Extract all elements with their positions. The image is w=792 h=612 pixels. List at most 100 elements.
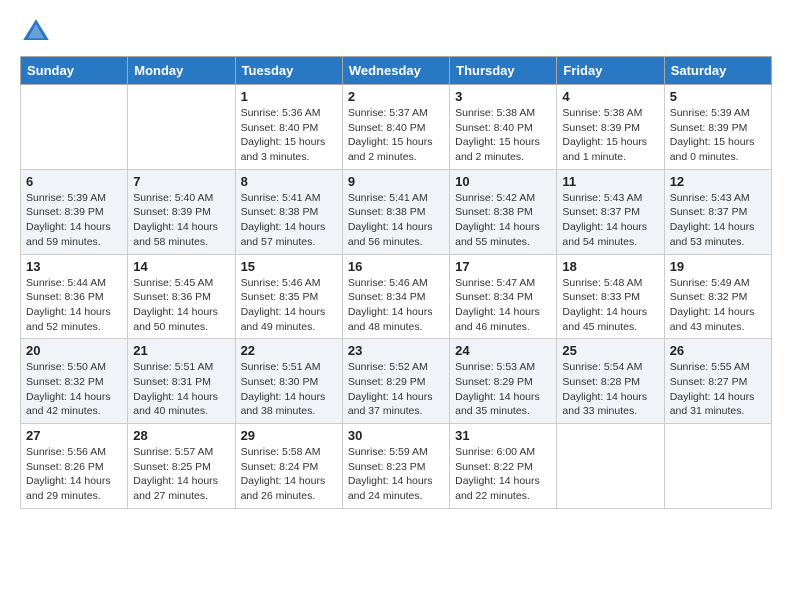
sunrise-text: Sunrise: 5:46 AM (348, 277, 428, 289)
day-number: 29 (241, 428, 337, 443)
day-number: 11 (562, 174, 658, 189)
weekday-header-wednesday: Wednesday (342, 57, 449, 85)
day-info: Sunrise: 5:53 AM Sunset: 8:29 PM Dayligh… (455, 360, 551, 419)
calendar-header-row: SundayMondayTuesdayWednesdayThursdayFrid… (21, 57, 772, 85)
day-info: Sunrise: 5:46 AM Sunset: 8:35 PM Dayligh… (241, 276, 337, 335)
sunset-text: Sunset: 8:40 PM (241, 122, 319, 134)
sunset-text: Sunset: 8:40 PM (455, 122, 533, 134)
sunset-text: Sunset: 8:33 PM (562, 291, 640, 303)
daylight-text: Daylight: 14 hours and 42 minutes. (26, 391, 111, 418)
sunset-text: Sunset: 8:36 PM (133, 291, 211, 303)
sunset-text: Sunset: 8:34 PM (348, 291, 426, 303)
sunrise-text: Sunrise: 5:44 AM (26, 277, 106, 289)
sunset-text: Sunset: 8:26 PM (26, 461, 104, 473)
day-info: Sunrise: 5:38 AM Sunset: 8:40 PM Dayligh… (455, 106, 551, 165)
calendar-cell (128, 85, 235, 170)
day-info: Sunrise: 5:48 AM Sunset: 8:33 PM Dayligh… (562, 276, 658, 335)
day-number: 26 (670, 343, 766, 358)
day-number: 10 (455, 174, 551, 189)
sunset-text: Sunset: 8:36 PM (26, 291, 104, 303)
calendar-cell: 10 Sunrise: 5:42 AM Sunset: 8:38 PM Dayl… (450, 169, 557, 254)
sunset-text: Sunset: 8:22 PM (455, 461, 533, 473)
calendar-cell: 5 Sunrise: 5:39 AM Sunset: 8:39 PM Dayli… (664, 85, 771, 170)
day-number: 25 (562, 343, 658, 358)
daylight-text: Daylight: 15 hours and 3 minutes. (241, 136, 326, 163)
sunset-text: Sunset: 8:38 PM (241, 206, 319, 218)
day-number: 27 (26, 428, 122, 443)
daylight-text: Daylight: 14 hours and 33 minutes. (562, 391, 647, 418)
sunrise-text: Sunrise: 5:38 AM (455, 107, 535, 119)
calendar-cell: 23 Sunrise: 5:52 AM Sunset: 8:29 PM Dayl… (342, 339, 449, 424)
calendar-cell: 26 Sunrise: 5:55 AM Sunset: 8:27 PM Dayl… (664, 339, 771, 424)
sunset-text: Sunset: 8:25 PM (133, 461, 211, 473)
logo (20, 16, 56, 48)
logo-icon (20, 16, 52, 48)
calendar-cell: 17 Sunrise: 5:47 AM Sunset: 8:34 PM Dayl… (450, 254, 557, 339)
sunset-text: Sunset: 8:39 PM (133, 206, 211, 218)
calendar-week-row: 27 Sunrise: 5:56 AM Sunset: 8:26 PM Dayl… (21, 424, 772, 509)
calendar-cell: 25 Sunrise: 5:54 AM Sunset: 8:28 PM Dayl… (557, 339, 664, 424)
daylight-text: Daylight: 14 hours and 56 minutes. (348, 221, 433, 248)
weekday-header-thursday: Thursday (450, 57, 557, 85)
daylight-text: Daylight: 14 hours and 52 minutes. (26, 306, 111, 333)
sunrise-text: Sunrise: 5:55 AM (670, 361, 750, 373)
day-info: Sunrise: 5:51 AM Sunset: 8:30 PM Dayligh… (241, 360, 337, 419)
weekday-header-friday: Friday (557, 57, 664, 85)
day-info: Sunrise: 5:36 AM Sunset: 8:40 PM Dayligh… (241, 106, 337, 165)
sunset-text: Sunset: 8:39 PM (26, 206, 104, 218)
daylight-text: Daylight: 14 hours and 55 minutes. (455, 221, 540, 248)
daylight-text: Daylight: 14 hours and 58 minutes. (133, 221, 218, 248)
sunrise-text: Sunrise: 6:00 AM (455, 446, 535, 458)
day-info: Sunrise: 5:38 AM Sunset: 8:39 PM Dayligh… (562, 106, 658, 165)
day-number: 20 (26, 343, 122, 358)
calendar-cell: 3 Sunrise: 5:38 AM Sunset: 8:40 PM Dayli… (450, 85, 557, 170)
calendar-cell (664, 424, 771, 509)
daylight-text: Daylight: 14 hours and 49 minutes. (241, 306, 326, 333)
day-number: 1 (241, 89, 337, 104)
calendar-cell: 19 Sunrise: 5:49 AM Sunset: 8:32 PM Dayl… (664, 254, 771, 339)
sunset-text: Sunset: 8:29 PM (348, 376, 426, 388)
day-number: 14 (133, 259, 229, 274)
day-number: 8 (241, 174, 337, 189)
daylight-text: Daylight: 14 hours and 40 minutes. (133, 391, 218, 418)
day-number: 30 (348, 428, 444, 443)
sunrise-text: Sunrise: 5:58 AM (241, 446, 321, 458)
sunset-text: Sunset: 8:37 PM (670, 206, 748, 218)
calendar-cell: 31 Sunrise: 6:00 AM Sunset: 8:22 PM Dayl… (450, 424, 557, 509)
day-number: 13 (26, 259, 122, 274)
sunrise-text: Sunrise: 5:51 AM (133, 361, 213, 373)
sunrise-text: Sunrise: 5:41 AM (348, 192, 428, 204)
weekday-header-saturday: Saturday (664, 57, 771, 85)
day-number: 7 (133, 174, 229, 189)
sunset-text: Sunset: 8:34 PM (455, 291, 533, 303)
calendar-cell: 21 Sunrise: 5:51 AM Sunset: 8:31 PM Dayl… (128, 339, 235, 424)
sunset-text: Sunset: 8:30 PM (241, 376, 319, 388)
calendar-cell: 14 Sunrise: 5:45 AM Sunset: 8:36 PM Dayl… (128, 254, 235, 339)
page-header (20, 16, 772, 48)
day-info: Sunrise: 5:41 AM Sunset: 8:38 PM Dayligh… (241, 191, 337, 250)
sunrise-text: Sunrise: 5:37 AM (348, 107, 428, 119)
calendar-cell: 28 Sunrise: 5:57 AM Sunset: 8:25 PM Dayl… (128, 424, 235, 509)
sunset-text: Sunset: 8:39 PM (562, 122, 640, 134)
sunrise-text: Sunrise: 5:39 AM (670, 107, 750, 119)
day-number: 9 (348, 174, 444, 189)
day-info: Sunrise: 5:39 AM Sunset: 8:39 PM Dayligh… (26, 191, 122, 250)
sunset-text: Sunset: 8:24 PM (241, 461, 319, 473)
daylight-text: Daylight: 15 hours and 1 minute. (562, 136, 647, 163)
sunrise-text: Sunrise: 5:47 AM (455, 277, 535, 289)
sunset-text: Sunset: 8:23 PM (348, 461, 426, 473)
day-number: 19 (670, 259, 766, 274)
day-info: Sunrise: 5:41 AM Sunset: 8:38 PM Dayligh… (348, 191, 444, 250)
day-number: 22 (241, 343, 337, 358)
day-number: 15 (241, 259, 337, 274)
day-info: Sunrise: 5:42 AM Sunset: 8:38 PM Dayligh… (455, 191, 551, 250)
day-info: Sunrise: 5:37 AM Sunset: 8:40 PM Dayligh… (348, 106, 444, 165)
calendar-cell: 13 Sunrise: 5:44 AM Sunset: 8:36 PM Dayl… (21, 254, 128, 339)
day-number: 5 (670, 89, 766, 104)
day-info: Sunrise: 5:52 AM Sunset: 8:29 PM Dayligh… (348, 360, 444, 419)
calendar-cell: 24 Sunrise: 5:53 AM Sunset: 8:29 PM Dayl… (450, 339, 557, 424)
sunset-text: Sunset: 8:38 PM (455, 206, 533, 218)
sunrise-text: Sunrise: 5:57 AM (133, 446, 213, 458)
daylight-text: Daylight: 14 hours and 22 minutes. (455, 475, 540, 502)
daylight-text: Daylight: 14 hours and 48 minutes. (348, 306, 433, 333)
